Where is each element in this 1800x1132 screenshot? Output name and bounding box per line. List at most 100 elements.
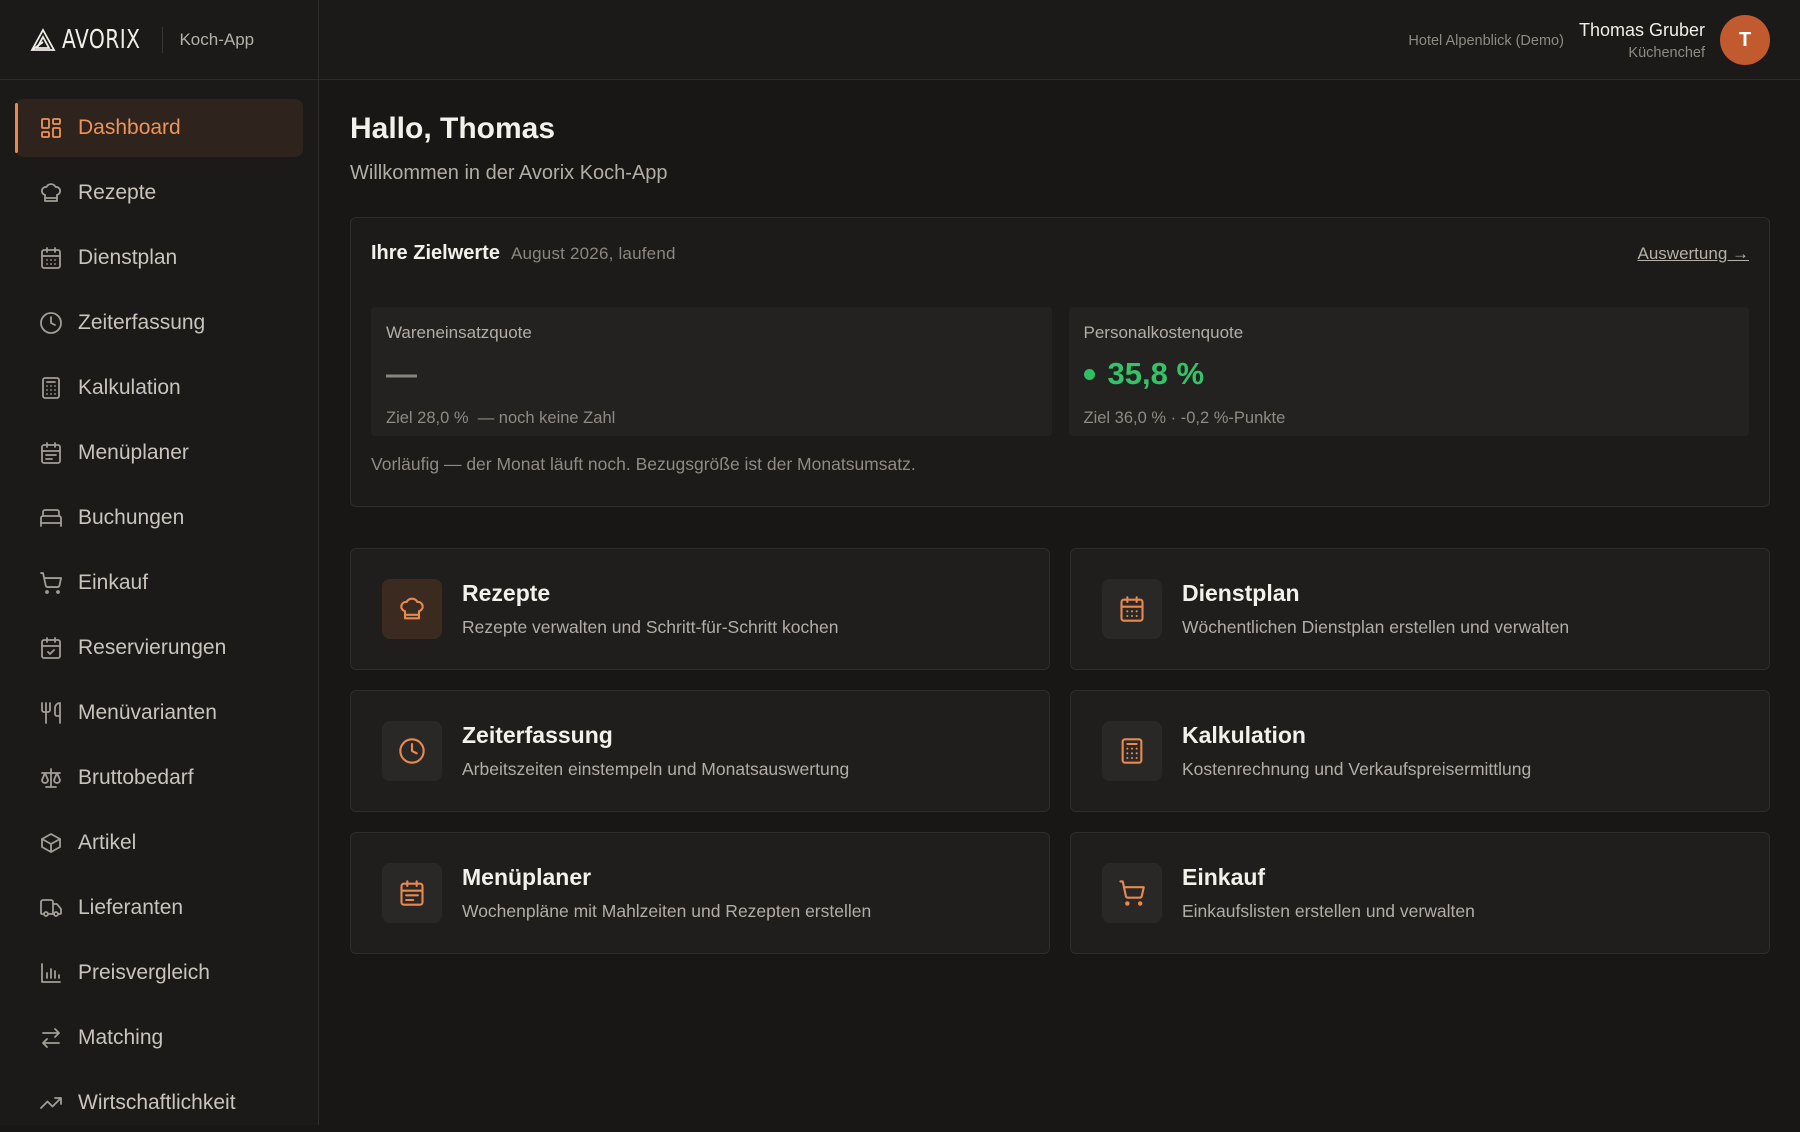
sidebar-item-kalkulation[interactable]: Kalkulation: [15, 359, 303, 417]
calculator-icon: [39, 376, 63, 400]
card-text: Zeiterfassung Arbeitszeiten einstempeln u…: [462, 722, 849, 780]
sidebar-item-label: Kalkulation: [78, 376, 181, 399]
dashboard-icon: [39, 116, 63, 140]
sidebar-item-label: Menüplaner: [78, 441, 189, 464]
card-title: Menüplaner: [462, 864, 592, 890]
sidebar-item-menüplaner[interactable]: Menüplaner: [15, 424, 303, 482]
card-icon-box: [382, 863, 442, 923]
card-text: Dienstplan Wöchentlichen Dienstplan erste…: [1182, 580, 1569, 638]
sidebar-item-bruttobedarf[interactable]: Bruttobedarf: [15, 749, 303, 807]
chef-hat-icon: [400, 597, 424, 620]
module-card-menüplaner[interactable]: Menüplaner Wochenpläne mit Mahlzeiten und…: [350, 832, 1050, 954]
kpi-label: Wareneinsatzquote: [386, 323, 532, 342]
brand-divider: [162, 27, 164, 53]
truck-icon: [40, 899, 62, 917]
calendar-icon: [1120, 596, 1144, 622]
bar-chart-icon: [41, 963, 61, 983]
targets-title: Ihre Zielwerte: [371, 242, 500, 264]
card-title: Rezepte: [462, 580, 551, 606]
sidebar-item-lieferanten[interactable]: Lieferanten: [15, 879, 303, 937]
sidebar-item-label: Matching: [78, 1026, 164, 1049]
package-icon: [41, 833, 61, 853]
sidebar-item-label: Dienstplan: [78, 246, 178, 269]
sidebar-item-dashboard[interactable]: Dashboard: [15, 99, 303, 157]
sidebar-item-label: Bruttobedarf: [78, 766, 194, 789]
kpi-value: 35,8 %: [1083, 356, 1735, 392]
calculator-icon: [42, 377, 60, 399]
sidebar-item-label: Artikel: [78, 831, 137, 854]
card-icon-box: [1102, 863, 1162, 923]
sidebar-item-wirtschaftlichkeit[interactable]: Wirtschaftlichkeit: [15, 1074, 303, 1132]
trend-icon: [39, 1091, 63, 1115]
card-icon-box: [1102, 721, 1162, 781]
user-role: Küchenchef: [1628, 44, 1705, 61]
card-text: Rezepte Rezepte verwalten und Schritt-für…: [462, 580, 838, 638]
card-description: Kostenrechnung und Verkaufspreisermittlu…: [1182, 759, 1532, 779]
sidebar-item-label: Einkauf: [78, 571, 149, 594]
main-content: Hallo, Thomas Willkommen in der Avorix K…: [350, 80, 1770, 954]
dashboard-icon: [41, 118, 61, 138]
sidebar-item-buchungen[interactable]: Buchungen: [15, 489, 303, 547]
card-title: Dienstplan: [1182, 580, 1300, 606]
card-description: Rezepte verwalten und Schritt-für-Schrit…: [462, 617, 839, 637]
sidebar-item-label: Preisvergleich: [78, 961, 210, 984]
logo-text: AVORIX: [62, 25, 141, 55]
page-title: Hallo, Thomas: [350, 112, 556, 145]
calendar-check-icon: [41, 637, 61, 659]
card-description: Wöchentlichen Dienstplan erstellen und v…: [1182, 617, 1570, 637]
bed-icon: [39, 506, 63, 530]
calendar-check-icon: [39, 636, 63, 660]
card-title: Zeiterfassung: [462, 722, 613, 748]
module-card-dienstplan[interactable]: Dienstplan Wöchentlichen Dienstplan erste…: [1070, 548, 1770, 670]
module-card-einkauf[interactable]: Einkauf Einkaufslisten erstellen und verw…: [1070, 832, 1770, 954]
clock-icon: [39, 311, 63, 335]
user-name: Thomas Gruber: [1578, 19, 1705, 40]
logo[interactable]: AVORIX: [30, 25, 148, 55]
card-icon-box: [382, 579, 442, 639]
evaluation-link[interactable]: Auswertung →: [1638, 244, 1750, 264]
sidebar-item-matching[interactable]: Matching: [15, 1009, 303, 1067]
card-description: Einkaufslisten erstellen und verwalten: [1182, 901, 1475, 921]
avorix-logo-icon: [30, 28, 56, 51]
sidebar: Dashboard Rezepte Dienstplan Zeiterfassung K…: [0, 80, 319, 1125]
scale-icon: [41, 768, 61, 788]
avatar[interactable]: T: [1720, 15, 1770, 65]
sidebar-item-rezepte[interactable]: Rezepte: [15, 164, 303, 222]
cart-icon: [39, 571, 63, 595]
module-card-rezepte[interactable]: Rezepte Rezepte verwalten und Schritt-für…: [350, 548, 1050, 670]
sidebar-item-zeiterfassung[interactable]: Zeiterfassung: [15, 294, 303, 352]
targets-period: August 2026, laufend: [510, 244, 676, 263]
scale-icon: [39, 766, 63, 790]
chef-hat-icon: [41, 183, 61, 202]
calendar-icon: [41, 247, 61, 269]
sidebar-item-dienstplan[interactable]: Dienstplan: [15, 229, 303, 287]
targets-note: Vorläufig — der Monat läuft noch. Bezugs…: [371, 454, 916, 474]
sidebar-item-einkauf[interactable]: Einkauf: [15, 554, 303, 612]
sidebar-item-preisvergleich[interactable]: Preisvergleich: [15, 944, 303, 1002]
module-card-kalkulation[interactable]: Kalkulation Kostenrechnung und Verkaufspr…: [1070, 690, 1770, 812]
app-name: Koch-App: [179, 30, 255, 49]
calendar-icon: [39, 246, 63, 270]
arrows-icon: [42, 1028, 60, 1048]
kpi-card-wareneinsatz: Wareneinsatzquote — Ziel 28,0 % — noch k…: [371, 307, 1052, 436]
status-dot-icon: [1083, 368, 1095, 380]
sidebar-item-menüvarianten[interactable]: Menüvarianten: [15, 684, 303, 742]
sidebar-item-label: Lieferanten: [78, 896, 184, 919]
hotel-name[interactable]: Hotel Alpenblick (Demo): [1408, 33, 1564, 49]
sidebar-item-reservierungen[interactable]: Reservierungen: [15, 619, 303, 677]
kpi-value-text: 35,8 %: [1107, 356, 1205, 391]
module-card-zeiterfassung[interactable]: Zeiterfassung Arbeitszeiten einstempeln u…: [350, 690, 1050, 812]
calculator-icon: [1121, 738, 1143, 764]
clock-icon: [40, 312, 62, 334]
sidebar-item-artikel[interactable]: Artikel: [15, 814, 303, 872]
bar-chart-icon: [39, 961, 63, 985]
top-bar: AVORIX Koch-App Hotel Alpenblick (Demo) …: [0, 0, 1800, 80]
sidebar-item-label: Dashboard: [78, 116, 181, 139]
card-text: Kalkulation Kostenrechnung und Verkaufspr…: [1182, 722, 1531, 780]
card-icon-box: [382, 721, 442, 781]
card-icon-box: [1102, 579, 1162, 639]
sidebar-item-label: Zeiterfassung: [78, 311, 206, 334]
trend-icon: [40, 1097, 62, 1109]
kpi-card-personalkosten: Personalkostenquote 35,8 % Ziel 36,0 % ·…: [1068, 307, 1749, 436]
kpi-value-text: —: [386, 356, 417, 391]
